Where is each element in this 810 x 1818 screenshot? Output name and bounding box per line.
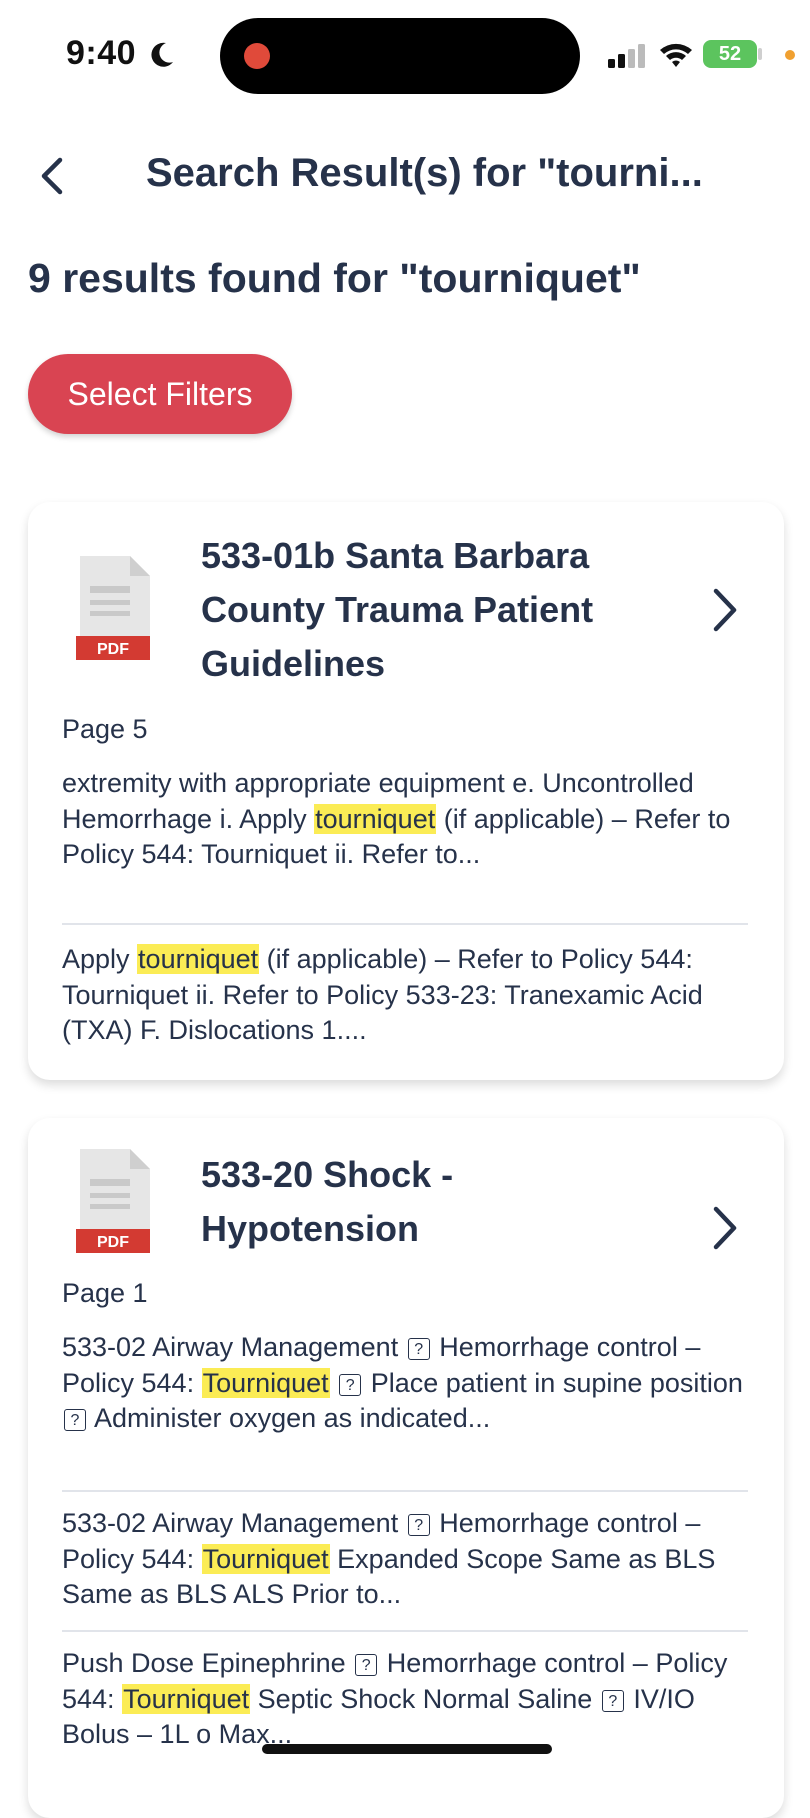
result-snippet[interactable]: Push Dose Epinephrine ? Hemorrhage contr…	[62, 1646, 762, 1753]
search-term-highlight: Tourniquet	[201, 1367, 330, 1398]
battery-icon: 52	[703, 40, 757, 68]
unknown-glyph-icon: ?	[601, 1689, 624, 1712]
divider	[62, 1490, 748, 1492]
page-number: Page 1	[62, 1278, 148, 1308]
file-type-label: PDF	[97, 1234, 129, 1251]
document-title[interactable]: 533-01b Santa Barbara County Trauma Pati…	[201, 529, 661, 691]
unknown-glyph-icon: ?	[339, 1373, 362, 1396]
unknown-glyph-icon: ?	[407, 1338, 430, 1360]
document-title[interactable]: 533-20 Shock - Hypotension	[201, 1148, 661, 1256]
file-type-label: PDF	[97, 641, 129, 658]
home-indicator[interactable]	[262, 1744, 552, 1754]
search-term-highlight: tourniquet	[137, 944, 260, 974]
battery-cap	[758, 48, 762, 60]
dynamic-island	[220, 18, 580, 94]
status-time: 9:40	[66, 34, 137, 72]
status-bar: 9:40 52	[0, 0, 810, 110]
chevron-right-icon[interactable]	[708, 1203, 742, 1253]
signal-icon	[608, 44, 645, 68]
privacy-indicator-dot	[785, 50, 795, 60]
result-snippet[interactable]: Apply tourniquet (if applicable) – Refer…	[62, 942, 762, 1049]
back-button[interactable]	[30, 148, 80, 204]
pdf-file-icon: PDF	[76, 556, 150, 660]
battery-level: 52	[718, 43, 742, 65]
result-snippet[interactable]: 533-02 Airway Management ? Hemorrhage co…	[62, 1506, 762, 1613]
divider	[62, 1630, 748, 1632]
unknown-glyph-icon: ?	[64, 1409, 86, 1431]
wifi-icon	[660, 43, 692, 67]
search-result-card[interactable]: PDF 533-20 Shock - Hypotension Page 1 53…	[28, 1118, 784, 1818]
search-result-card[interactable]: PDF 533-01b Santa Barbara County Trauma …	[28, 502, 784, 1080]
page-number: Page 5	[62, 714, 148, 744]
results-count: 9 results found for "tourniquet"	[28, 255, 641, 301]
select-filters-button[interactable]: Select Filters	[28, 354, 292, 434]
moon-icon	[151, 42, 173, 67]
result-snippet[interactable]: 533-02 Airway Management ? Hemorrhage co…	[62, 1330, 762, 1437]
search-term-highlight: tourniquet	[314, 803, 437, 834]
unknown-glyph-icon: ?	[355, 1654, 378, 1676]
recording-indicator-icon	[244, 43, 270, 69]
unknown-glyph-icon: ?	[407, 1514, 430, 1536]
pdf-file-icon: PDF	[76, 1149, 150, 1253]
search-term-highlight: Tourniquet	[201, 1543, 330, 1574]
divider	[62, 923, 748, 925]
chevron-right-icon[interactable]	[708, 585, 742, 635]
search-term-highlight: Tourniquet	[122, 1683, 251, 1714]
page-title: Search Result(s) for "tourni...	[146, 151, 703, 195]
result-snippet[interactable]: extremity with appropriate equipment e. …	[62, 766, 762, 873]
